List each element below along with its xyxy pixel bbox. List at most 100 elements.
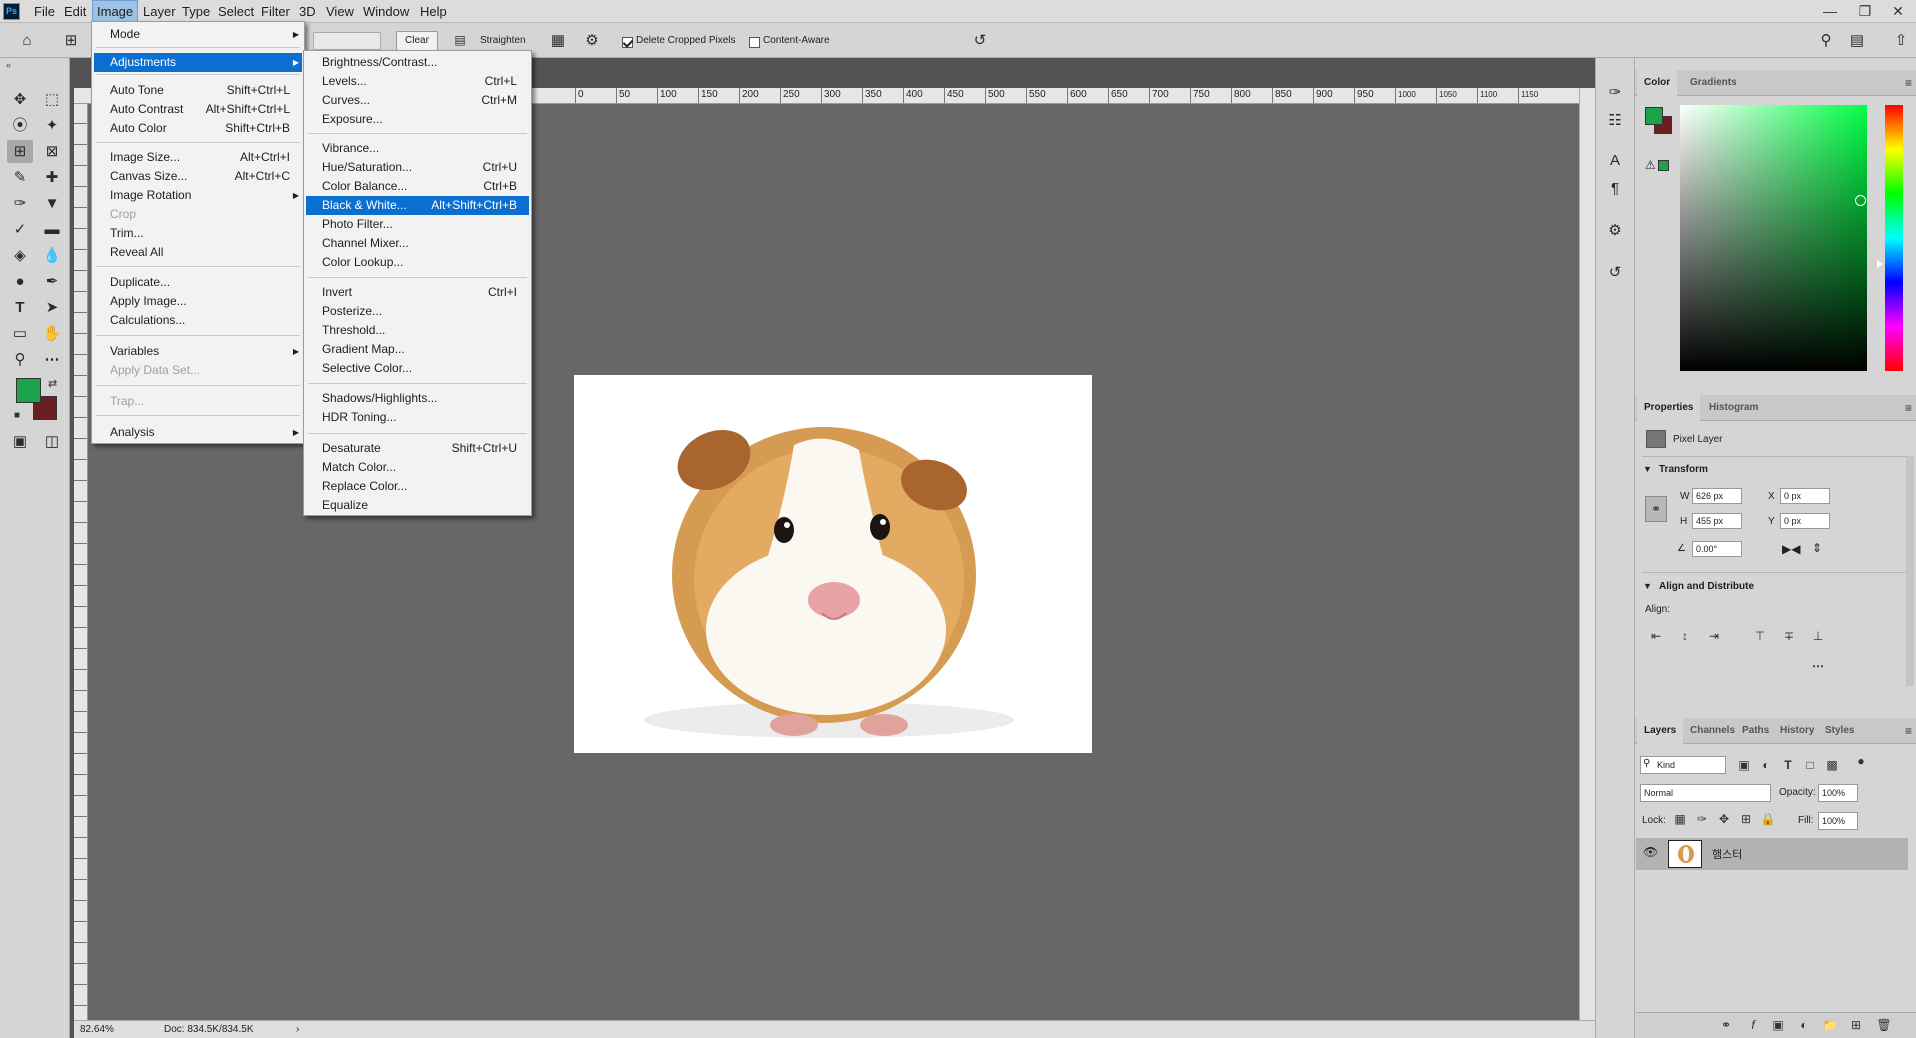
opacity-field[interactable]: 100% bbox=[1818, 784, 1858, 802]
lock-artboard-icon[interactable]: ⊞ bbox=[1738, 811, 1754, 827]
character-icon[interactable]: A bbox=[1603, 150, 1627, 172]
filter-pixel-icon[interactable]: ▣ bbox=[1736, 757, 1752, 773]
filter-adjustment-icon[interactable]: ◐ bbox=[1758, 757, 1774, 773]
align-middle-v-icon[interactable]: ∓ bbox=[1781, 628, 1797, 644]
menu-item[interactable]: Replace Color... bbox=[306, 477, 529, 496]
type-tool-icon[interactable]: T bbox=[7, 296, 33, 319]
align-left-icon[interactable]: ⇤ bbox=[1648, 628, 1664, 644]
menu-item[interactable]: Duplicate... bbox=[94, 273, 302, 292]
blur-tool-icon[interactable]: 💧 bbox=[39, 244, 65, 267]
menu-item[interactable]: Desaturate Shift+Ctrl+U bbox=[306, 439, 529, 458]
tab-properties[interactable]: Properties bbox=[1637, 395, 1701, 421]
default-colors-icon[interactable]: ■ bbox=[14, 410, 20, 421]
menu-select[interactable]: Select bbox=[214, 0, 258, 23]
crop-tool-icon[interactable]: ⊞ bbox=[7, 140, 33, 163]
home-icon[interactable]: ⌂ bbox=[14, 23, 40, 58]
menu-item[interactable]: Canvas Size... Alt+Ctrl+C bbox=[94, 167, 302, 186]
menu-item[interactable]: Threshold... bbox=[306, 321, 529, 340]
delete-cropped-checkbox[interactable] bbox=[622, 37, 633, 48]
document-image[interactable] bbox=[574, 375, 1092, 753]
workspace-icon[interactable]: ▤ bbox=[1846, 23, 1868, 58]
filter-smart-object-icon[interactable]: ▩ bbox=[1824, 757, 1840, 773]
clone-stamp-tool-icon[interactable]: ▼ bbox=[39, 192, 65, 215]
brush-tool-icon[interactable]: ✑ bbox=[7, 192, 33, 215]
menu-edit[interactable]: Edit bbox=[60, 0, 90, 23]
new-adjustment-icon[interactable]: ◐ bbox=[1796, 1017, 1812, 1033]
share-icon[interactable]: ⇧ bbox=[1890, 23, 1912, 58]
paragraph-icon[interactable]: ¶ bbox=[1603, 178, 1627, 200]
menu-item[interactable]: Reveal All bbox=[94, 243, 302, 262]
menu-item[interactable]: Calculations... bbox=[94, 311, 302, 330]
eye-icon[interactable]: 👁 bbox=[1643, 845, 1658, 859]
tab-channels[interactable]: Channels bbox=[1683, 718, 1742, 744]
gamut-swatch[interactable] bbox=[1658, 160, 1669, 171]
eyedropper-tool-icon[interactable]: ✎ bbox=[7, 166, 33, 189]
menu-image[interactable]: Image bbox=[92, 0, 139, 23]
lock-all-icon[interactable]: 🔒 bbox=[1760, 811, 1776, 827]
restore-icon[interactable]: ❐ bbox=[1847, 0, 1883, 23]
frame-tool-icon[interactable]: ⊠ bbox=[39, 140, 65, 163]
layer-style-icon[interactable]: f bbox=[1745, 1017, 1761, 1033]
rectangle-tool-icon[interactable]: ▭ bbox=[7, 322, 33, 345]
link-icon[interactable]: ⚭ bbox=[1645, 496, 1667, 522]
tab-styles[interactable]: Styles bbox=[1818, 718, 1861, 744]
menu-item[interactable]: Gradient Map... bbox=[306, 340, 529, 359]
panel-menu-icon[interactable]: ≡ bbox=[1905, 718, 1912, 744]
tab-layers[interactable]: Layers bbox=[1637, 718, 1684, 744]
panel-menu-icon[interactable]: ≡ bbox=[1905, 395, 1912, 421]
menu-item[interactable]: HDR Toning... bbox=[306, 408, 529, 427]
properties-scrollbar[interactable] bbox=[1906, 456, 1914, 686]
menu-item[interactable]: Image Rotation ▶ bbox=[94, 186, 302, 205]
menu-item[interactable]: Exposure... bbox=[306, 110, 529, 129]
menu-item[interactable]: Match Color... bbox=[306, 458, 529, 477]
tab-history[interactable]: History bbox=[1773, 718, 1821, 744]
screen-mode-icon[interactable]: ◫ bbox=[39, 430, 65, 453]
align-bottom-icon[interactable]: ⊥ bbox=[1810, 628, 1826, 644]
menu-item[interactable]: Curves... Ctrl+M bbox=[306, 91, 529, 110]
menu-item[interactable]: Auto Tone Shift+Ctrl+L bbox=[94, 81, 302, 100]
color-fg-swatch[interactable] bbox=[1645, 107, 1663, 125]
clone-source-icon[interactable]: ⚙ bbox=[1603, 220, 1627, 242]
content-aware-checkbox[interactable] bbox=[749, 37, 760, 48]
pen-tool-icon[interactable]: ✒ bbox=[39, 270, 65, 293]
menu-item[interactable]: Crop bbox=[94, 205, 302, 224]
search-icon[interactable]: ⚲ bbox=[1815, 23, 1837, 58]
menu-item[interactable]: Channel Mixer... bbox=[306, 234, 529, 253]
dodge-tool-icon[interactable]: ● bbox=[7, 270, 33, 293]
lock-paint-icon[interactable]: ✑ bbox=[1694, 811, 1710, 827]
color-field[interactable] bbox=[1680, 105, 1867, 371]
hue-slider[interactable] bbox=[1885, 105, 1903, 371]
close-icon[interactable]: ✕ bbox=[1880, 0, 1916, 23]
clear-button[interactable]: Clear bbox=[396, 31, 438, 51]
menu-item[interactable]: Posterize... bbox=[306, 302, 529, 321]
collapse-toolbar-icon[interactable]: « bbox=[6, 60, 11, 70]
menu-item[interactable]: Apply Image... bbox=[94, 292, 302, 311]
new-group-icon[interactable]: 📁 bbox=[1822, 1017, 1838, 1033]
hand-tool-icon[interactable]: ✋ bbox=[39, 322, 65, 345]
quick-select-tool-icon[interactable]: ✦ bbox=[39, 114, 65, 137]
menu-help[interactable]: Help bbox=[416, 0, 451, 23]
menu-item[interactable]: Selective Color... bbox=[306, 359, 529, 378]
lasso-tool-icon[interactable]: ⦿ bbox=[7, 114, 33, 137]
lock-position-icon[interactable]: ✥ bbox=[1716, 811, 1732, 827]
width-field[interactable]: 626 px bbox=[1692, 488, 1742, 504]
eraser-tool-icon[interactable]: ▬ bbox=[39, 218, 65, 241]
menu-view[interactable]: View bbox=[322, 0, 358, 23]
chevron-down-icon[interactable]: ▼ bbox=[1643, 581, 1652, 591]
tab-gradients[interactable]: Gradients bbox=[1683, 70, 1744, 96]
align-section-title[interactable]: Align and Distribute bbox=[1659, 581, 1754, 592]
align-right-icon[interactable]: ⇥ bbox=[1706, 628, 1722, 644]
more-tools-icon[interactable]: ⋯ bbox=[39, 348, 65, 371]
zoom-level[interactable]: 82.64% bbox=[80, 1021, 114, 1038]
menu-layer[interactable]: Layer bbox=[139, 0, 180, 23]
menu-item[interactable]: Hue/Saturation... Ctrl+U bbox=[306, 158, 529, 177]
y-field[interactable]: 0 px bbox=[1780, 513, 1830, 529]
flip-horizontal-icon[interactable]: ▶◀ bbox=[1782, 542, 1800, 556]
menu-filter[interactable]: Filter bbox=[257, 0, 294, 23]
menu-type[interactable]: Type bbox=[178, 0, 214, 23]
zoom-tool-icon[interactable]: ⚲ bbox=[7, 348, 33, 371]
menu-item[interactable]: Levels... Ctrl+L bbox=[306, 72, 529, 91]
menu-item[interactable]: Image Size... Alt+Ctrl+I bbox=[94, 148, 302, 167]
blend-mode-select[interactable]: Normal bbox=[1640, 784, 1771, 802]
history-brush-tool-icon[interactable]: ✓ bbox=[7, 218, 33, 241]
